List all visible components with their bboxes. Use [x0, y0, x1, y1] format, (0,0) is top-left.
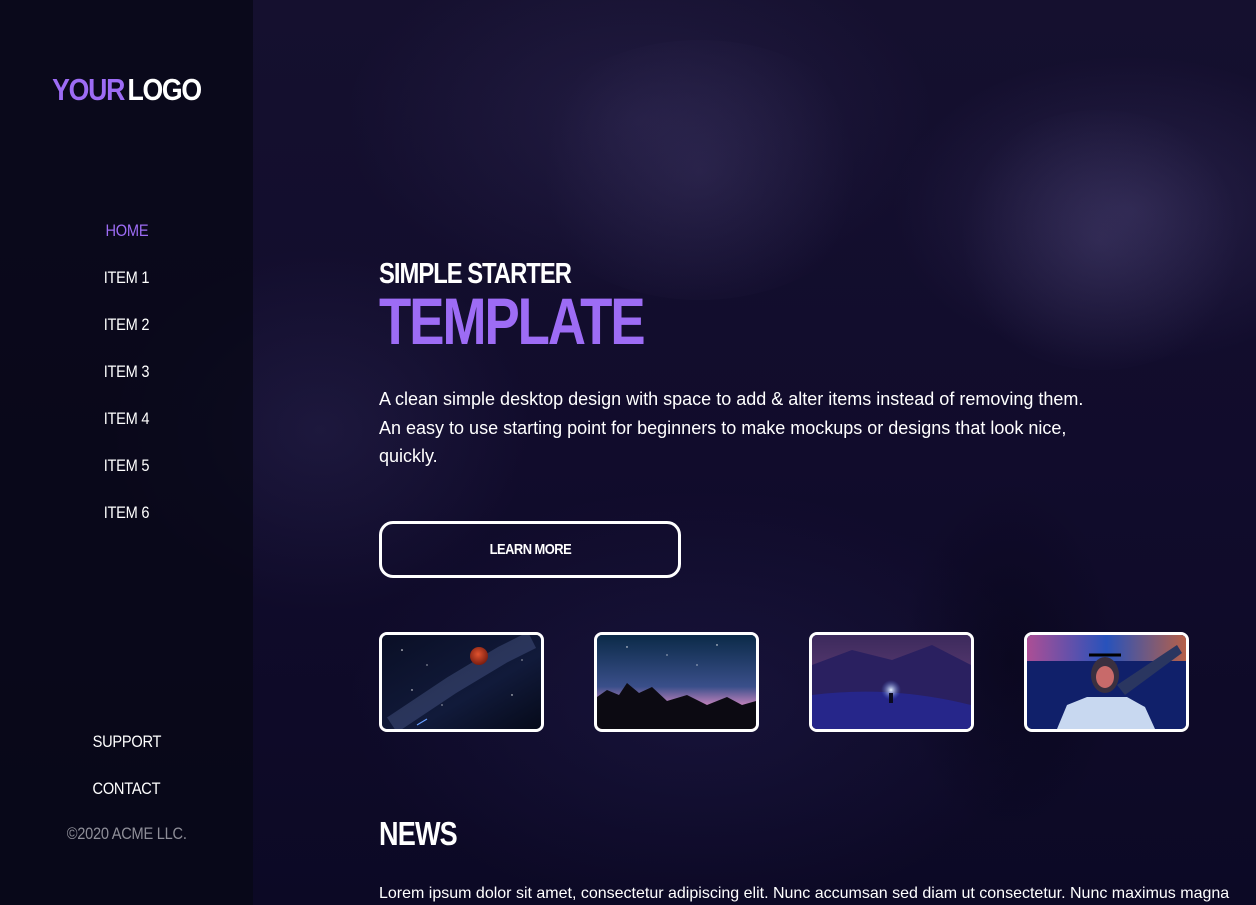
- hero-description: A clean simple desktop design with space…: [379, 389, 1084, 466]
- thumbnail-neon-portrait[interactable]: [1024, 632, 1189, 732]
- neon-portrait-image: [1027, 635, 1186, 729]
- nav-item-3[interactable]: ITEM 3: [0, 359, 253, 406]
- nav-item-1[interactable]: ITEM 1: [0, 265, 253, 312]
- nav-item-6[interactable]: ITEM 6: [0, 500, 253, 547]
- thumbnail-light-orb[interactable]: [809, 632, 974, 732]
- nav-item-2[interactable]: ITEM 2: [0, 312, 253, 359]
- thumbnail-gallery: [379, 632, 1189, 732]
- nav-item-home[interactable]: HOME: [0, 218, 253, 265]
- nav-item-4[interactable]: ITEM 4: [0, 406, 253, 453]
- sidebar: YOUR LOGO HOME ITEM 1 ITEM 2 ITEM 3 ITEM …: [0, 0, 253, 905]
- learn-more-button[interactable]: LEARN MORE: [379, 521, 681, 578]
- red-moon-image: [382, 635, 541, 729]
- thumbnail-red-moon[interactable]: [379, 632, 544, 732]
- nav-item-5[interactable]: ITEM 5: [0, 453, 253, 500]
- main-nav: HOME ITEM 1 ITEM 2 ITEM 3 ITEM 4 ITEM 5 …: [0, 218, 253, 547]
- page: YOUR LOGO HOME ITEM 1 ITEM 2 ITEM 3 ITEM …: [0, 0, 1256, 905]
- hero-title: TEMPLATE: [379, 284, 646, 358]
- news-text: Lorem ipsum dolor sit amet, consectetur …: [379, 885, 1230, 902]
- thumbnail-starry-sky[interactable]: [594, 632, 759, 732]
- contact-link[interactable]: CONTACT: [0, 776, 253, 823]
- footer-nav: SUPPORT CONTACT: [0, 729, 253, 823]
- copyright: ©2020 ACME LLC.: [66, 824, 187, 843]
- light-orb-image: [812, 635, 971, 729]
- logo[interactable]: YOUR LOGO: [18, 72, 236, 108]
- starry-sky-image: [597, 635, 756, 729]
- logo-part-2: LOGO: [127, 72, 202, 107]
- main-content: SIMPLE STARTER TEMPLATE A clean simple d…: [379, 0, 1239, 905]
- news-heading: NEWS: [379, 815, 458, 852]
- logo-part-1: YOUR: [52, 72, 125, 107]
- support-link[interactable]: SUPPORT: [0, 729, 253, 776]
